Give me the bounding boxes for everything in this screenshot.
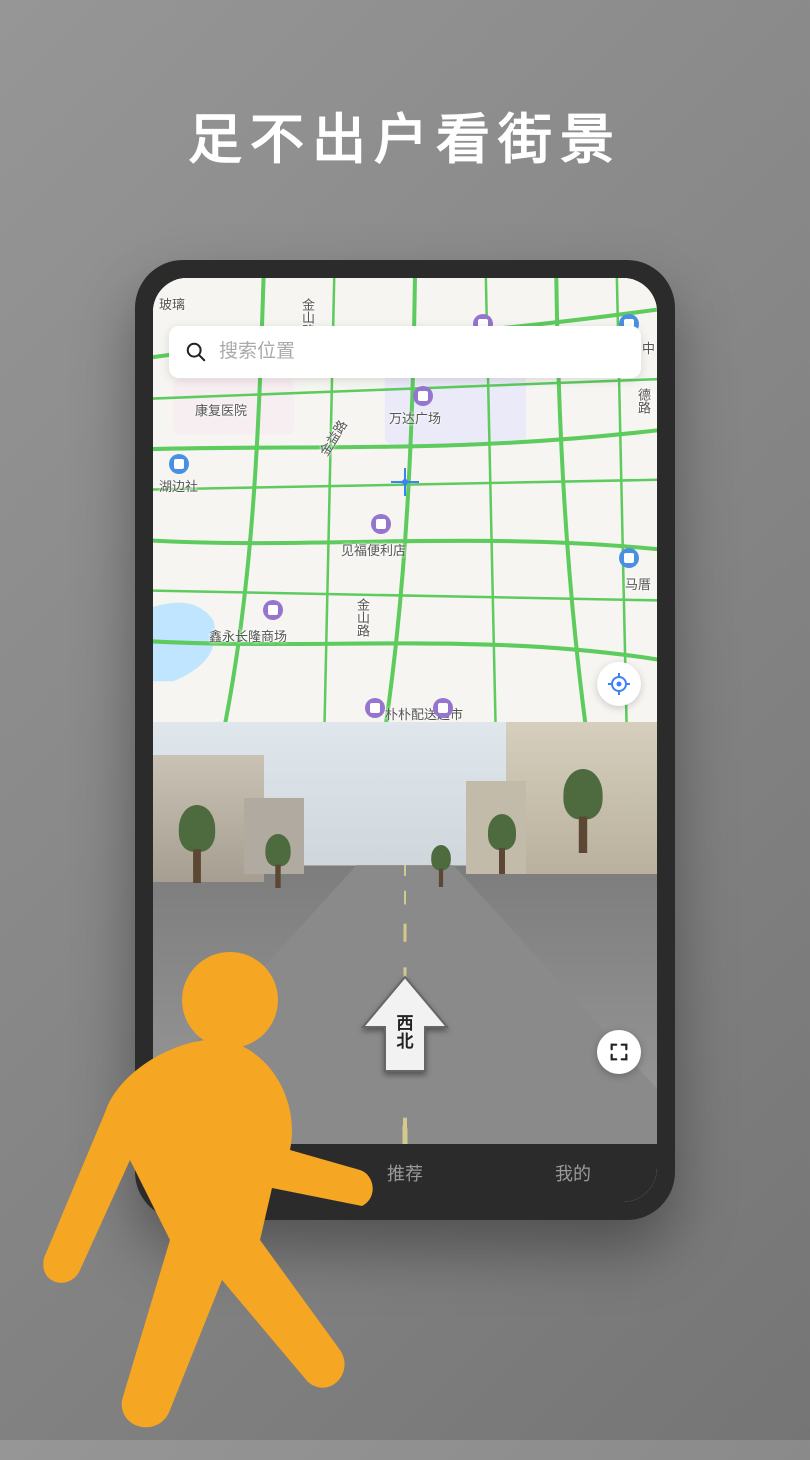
- poi-icon[interactable]: [619, 548, 639, 568]
- map-center-cursor: [385, 462, 425, 502]
- map-label-wanda: 万达广场: [389, 408, 441, 427]
- map-label-lakeside: 湖边社: [159, 476, 198, 495]
- map-label-zhong: 中: [642, 338, 655, 357]
- tree: [432, 845, 452, 887]
- poi-icon[interactable]: [413, 386, 433, 406]
- poi-icon[interactable]: [365, 698, 385, 718]
- poi-icon[interactable]: [433, 698, 453, 718]
- map-area[interactable]: 玻璃 康复医院 湖边社 万达广场 金益路 金山路 金山路 见福便利店 鑫永长隆商…: [153, 278, 657, 722]
- tree: [488, 814, 516, 874]
- expand-button[interactable]: [597, 1030, 641, 1074]
- map-label-de-road: 德路: [634, 388, 653, 414]
- poi-icon[interactable]: [263, 600, 283, 620]
- promo-title: 足不出户看街景: [0, 95, 810, 174]
- tree: [265, 834, 290, 888]
- map-label-convenience: 见福便利店: [341, 540, 406, 559]
- search-bar[interactable]: [169, 326, 641, 378]
- locate-button[interactable]: [597, 662, 641, 706]
- search-input[interactable]: [219, 341, 625, 363]
- map-label-jinshan-road-2: 金山路: [353, 598, 372, 637]
- tree: [179, 805, 215, 883]
- map-label-mall: 鑫永长隆商场: [209, 626, 287, 645]
- poi-icon[interactable]: [371, 514, 391, 534]
- map-label-glass: 玻璃: [159, 294, 185, 313]
- expand-icon: [608, 1041, 630, 1063]
- poi-icon[interactable]: [169, 454, 189, 474]
- search-icon: [185, 341, 207, 363]
- map-label-hospital: 康复医院: [195, 400, 247, 419]
- walking-person-icon: [10, 940, 430, 1460]
- tree: [563, 769, 602, 853]
- tab-mine[interactable]: 我的: [489, 1160, 657, 1186]
- map-label-majiu: 马厝: [625, 574, 651, 593]
- locate-icon: [607, 672, 631, 696]
